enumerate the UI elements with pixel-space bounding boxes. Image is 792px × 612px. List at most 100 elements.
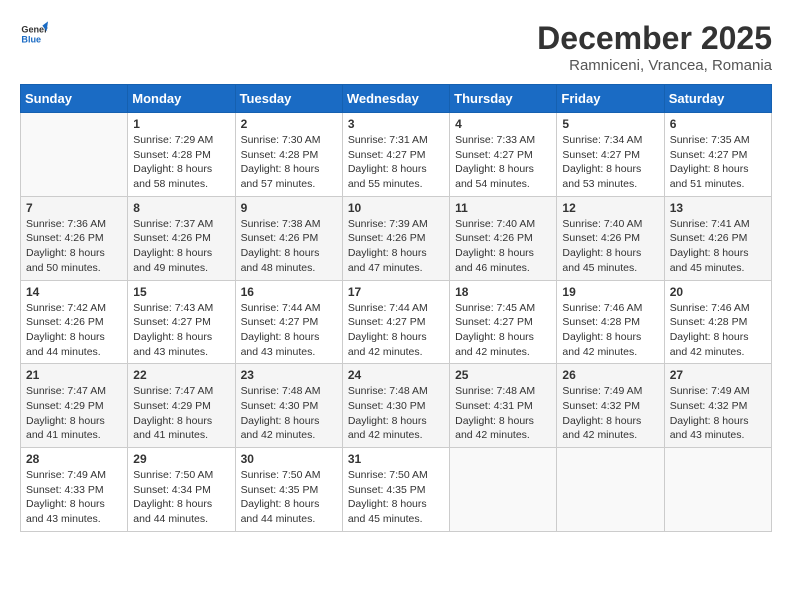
day-number: 14 xyxy=(26,285,122,299)
day-info: Sunrise: 7:48 AMSunset: 4:30 PMDaylight:… xyxy=(348,384,444,443)
day-number: 1 xyxy=(133,117,229,131)
calendar-cell: 26Sunrise: 7:49 AMSunset: 4:32 PMDayligh… xyxy=(557,364,664,448)
day-info: Sunrise: 7:49 AMSunset: 4:32 PMDaylight:… xyxy=(670,384,766,443)
calendar-cell: 15 Sunrise: 7:43 AMSunset: 4:27 PMDayligh… xyxy=(128,280,235,364)
day-number: 29 xyxy=(133,452,229,466)
day-number: 31 xyxy=(348,452,444,466)
day-info: Sunrise: 7:49 AMSunset: 4:33 PMDaylight:… xyxy=(26,468,122,527)
calendar-cell: 17 Sunrise: 7:44 AMSunset: 4:27 PMDayligh… xyxy=(342,280,449,364)
day-info: Sunrise: 7:35 AMSunset: 4:27 PMDaylight:… xyxy=(670,133,766,192)
calendar-week-row: 28Sunrise: 7:49 AMSunset: 4:33 PMDayligh… xyxy=(21,448,772,532)
calendar-cell: 4 Sunrise: 7:33 AMSunset: 4:27 PMDaylight… xyxy=(450,113,557,197)
calendar-cell: 24 Sunrise: 7:48 AMSunset: 4:30 PMDayligh… xyxy=(342,364,449,448)
day-info: Sunrise: 7:36 AMSunset: 4:26 PMDaylight:… xyxy=(26,217,122,276)
day-number: 17 xyxy=(348,285,444,299)
calendar-week-row: 1 Sunrise: 7:29 AMSunset: 4:28 PMDaylight… xyxy=(21,113,772,197)
day-of-week-header: Saturday xyxy=(664,85,771,113)
day-info: Sunrise: 7:39 AMSunset: 4:26 PMDaylight:… xyxy=(348,217,444,276)
calendar-cell: 1 Sunrise: 7:29 AMSunset: 4:28 PMDaylight… xyxy=(128,113,235,197)
calendar-cell: 30 Sunrise: 7:50 AMSunset: 4:35 PMDayligh… xyxy=(235,448,342,532)
day-number: 4 xyxy=(455,117,551,131)
day-number: 11 xyxy=(455,201,551,215)
day-number: 20 xyxy=(670,285,766,299)
day-of-week-header: Tuesday xyxy=(235,85,342,113)
day-info: Sunrise: 7:47 AMSunset: 4:29 PMDaylight:… xyxy=(133,384,229,443)
day-info: Sunrise: 7:40 AMSunset: 4:26 PMDaylight:… xyxy=(455,217,551,276)
logo: General Blue xyxy=(20,20,48,48)
calendar-cell: 13Sunrise: 7:41 AMSunset: 4:26 PMDayligh… xyxy=(664,196,771,280)
day-number: 12 xyxy=(562,201,658,215)
calendar-cell xyxy=(664,448,771,532)
calendar-week-row: 21 Sunrise: 7:47 AMSunset: 4:29 PMDayligh… xyxy=(21,364,772,448)
calendar-week-row: 14Sunrise: 7:42 AMSunset: 4:26 PMDayligh… xyxy=(21,280,772,364)
calendar-cell: 31Sunrise: 7:50 AMSunset: 4:35 PMDayligh… xyxy=(342,448,449,532)
day-info: Sunrise: 7:31 AMSunset: 4:27 PMDaylight:… xyxy=(348,133,444,192)
day-number: 3 xyxy=(348,117,444,131)
calendar-cell xyxy=(557,448,664,532)
calendar-week-row: 7 Sunrise: 7:36 AMSunset: 4:26 PMDaylight… xyxy=(21,196,772,280)
day-number: 7 xyxy=(26,201,122,215)
day-info: Sunrise: 7:50 AMSunset: 4:35 PMDaylight:… xyxy=(241,468,337,527)
day-number: 30 xyxy=(241,452,337,466)
svg-text:Blue: Blue xyxy=(21,34,41,44)
day-info: Sunrise: 7:44 AMSunset: 4:27 PMDaylight:… xyxy=(241,301,337,360)
day-info: Sunrise: 7:29 AMSunset: 4:28 PMDaylight:… xyxy=(133,133,229,192)
calendar-cell: 29Sunrise: 7:50 AMSunset: 4:34 PMDayligh… xyxy=(128,448,235,532)
day-number: 8 xyxy=(133,201,229,215)
calendar-cell: 16 Sunrise: 7:44 AMSunset: 4:27 PMDayligh… xyxy=(235,280,342,364)
day-info: Sunrise: 7:46 AMSunset: 4:28 PMDaylight:… xyxy=(562,301,658,360)
day-of-week-header: Sunday xyxy=(21,85,128,113)
location-title: Ramniceni, Vrancea, Romania xyxy=(537,57,772,74)
day-info: Sunrise: 7:45 AMSunset: 4:27 PMDaylight:… xyxy=(455,301,551,360)
calendar-cell: 18Sunrise: 7:45 AMSunset: 4:27 PMDayligh… xyxy=(450,280,557,364)
calendar-cell: 22 Sunrise: 7:47 AMSunset: 4:29 PMDayligh… xyxy=(128,364,235,448)
calendar-cell: 12 Sunrise: 7:40 AMSunset: 4:26 PMDayligh… xyxy=(557,196,664,280)
day-number: 21 xyxy=(26,368,122,382)
day-number: 23 xyxy=(241,368,337,382)
day-of-week-header: Friday xyxy=(557,85,664,113)
day-number: 22 xyxy=(133,368,229,382)
day-number: 16 xyxy=(241,285,337,299)
day-info: Sunrise: 7:44 AMSunset: 4:27 PMDaylight:… xyxy=(348,301,444,360)
day-number: 24 xyxy=(348,368,444,382)
day-info: Sunrise: 7:48 AMSunset: 4:31 PMDaylight:… xyxy=(455,384,551,443)
day-of-week-header: Monday xyxy=(128,85,235,113)
day-info: Sunrise: 7:43 AMSunset: 4:27 PMDaylight:… xyxy=(133,301,229,360)
day-number: 19 xyxy=(562,285,658,299)
calendar-cell: 8 Sunrise: 7:37 AMSunset: 4:26 PMDaylight… xyxy=(128,196,235,280)
calendar-table: SundayMondayTuesdayWednesdayThursdayFrid… xyxy=(20,84,772,532)
calendar-header-row: SundayMondayTuesdayWednesdayThursdayFrid… xyxy=(21,85,772,113)
calendar-cell: 27Sunrise: 7:49 AMSunset: 4:32 PMDayligh… xyxy=(664,364,771,448)
day-info: Sunrise: 7:47 AMSunset: 4:29 PMDaylight:… xyxy=(26,384,122,443)
day-of-week-header: Thursday xyxy=(450,85,557,113)
month-title: December 2025 xyxy=(537,20,772,57)
day-of-week-header: Wednesday xyxy=(342,85,449,113)
calendar-cell xyxy=(450,448,557,532)
calendar-cell: 9Sunrise: 7:38 AMSunset: 4:26 PMDaylight… xyxy=(235,196,342,280)
day-info: Sunrise: 7:49 AMSunset: 4:32 PMDaylight:… xyxy=(562,384,658,443)
day-number: 5 xyxy=(562,117,658,131)
page-header: General Blue December 2025 Ramniceni, Vr… xyxy=(20,20,772,74)
day-info: Sunrise: 7:34 AMSunset: 4:27 PMDaylight:… xyxy=(562,133,658,192)
day-info: Sunrise: 7:33 AMSunset: 4:27 PMDaylight:… xyxy=(455,133,551,192)
day-number: 2 xyxy=(241,117,337,131)
day-info: Sunrise: 7:48 AMSunset: 4:30 PMDaylight:… xyxy=(241,384,337,443)
calendar-cell: 3 Sunrise: 7:31 AMSunset: 4:27 PMDaylight… xyxy=(342,113,449,197)
day-info: Sunrise: 7:30 AMSunset: 4:28 PMDaylight:… xyxy=(241,133,337,192)
calendar-cell: 14Sunrise: 7:42 AMSunset: 4:26 PMDayligh… xyxy=(21,280,128,364)
calendar-cell: 20 Sunrise: 7:46 AMSunset: 4:28 PMDayligh… xyxy=(664,280,771,364)
calendar-cell: 10 Sunrise: 7:39 AMSunset: 4:26 PMDayligh… xyxy=(342,196,449,280)
day-number: 15 xyxy=(133,285,229,299)
calendar-cell: 23 Sunrise: 7:48 AMSunset: 4:30 PMDayligh… xyxy=(235,364,342,448)
day-number: 6 xyxy=(670,117,766,131)
calendar-cell xyxy=(21,113,128,197)
calendar-cell: 25Sunrise: 7:48 AMSunset: 4:31 PMDayligh… xyxy=(450,364,557,448)
day-number: 10 xyxy=(348,201,444,215)
calendar-cell: 19 Sunrise: 7:46 AMSunset: 4:28 PMDayligh… xyxy=(557,280,664,364)
day-info: Sunrise: 7:40 AMSunset: 4:26 PMDaylight:… xyxy=(562,217,658,276)
day-number: 9 xyxy=(241,201,337,215)
day-info: Sunrise: 7:37 AMSunset: 4:26 PMDaylight:… xyxy=(133,217,229,276)
day-info: Sunrise: 7:46 AMSunset: 4:28 PMDaylight:… xyxy=(670,301,766,360)
logo-icon: General Blue xyxy=(20,20,48,48)
title-area: December 2025 Ramniceni, Vrancea, Romani… xyxy=(537,20,772,74)
